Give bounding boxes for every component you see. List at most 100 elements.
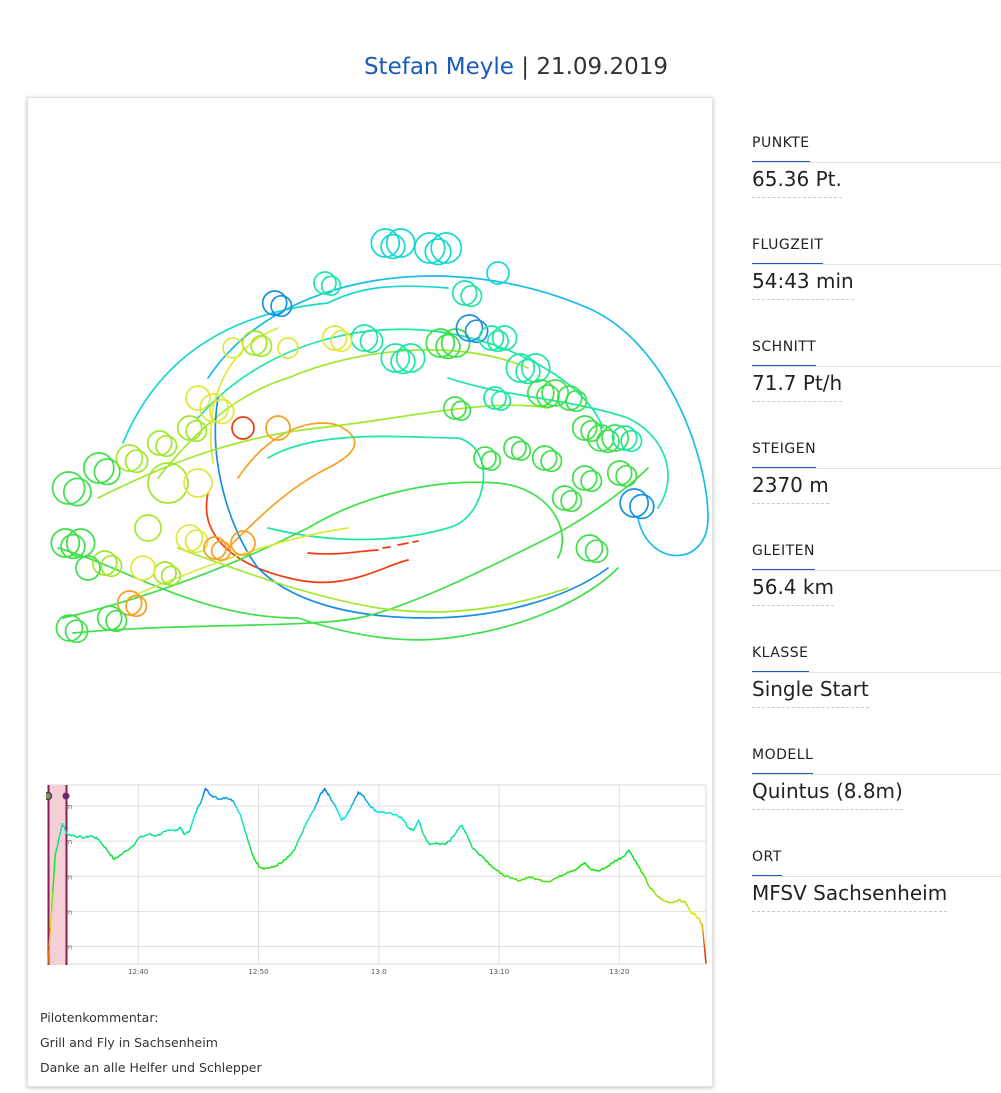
- thermal-loop: [413, 232, 446, 264]
- thermal-loop: [473, 446, 497, 470]
- thermal-loop: [451, 280, 478, 306]
- altitude-segment: [703, 943, 706, 952]
- thermal-loop: [261, 290, 288, 316]
- stat-value: 65.36 Pt.: [752, 167, 842, 198]
- comment-heading: Pilotenkommentar:: [40, 1010, 159, 1025]
- track-segment: [382, 540, 419, 549]
- stat-label: GLEITEN: [752, 538, 815, 571]
- stat-modell: MODELL Quintus (8.8m): [752, 742, 1001, 844]
- altitude-segment: [704, 956, 707, 964]
- end-marker-handle[interactable]: [62, 792, 70, 800]
- stat-steigen: STEIGEN 2370 m: [752, 436, 1001, 538]
- comment-line-1: Grill and Fly in Sachsenheim: [40, 1035, 218, 1050]
- thermal-loop: [75, 555, 101, 581]
- thermal-loop: [575, 534, 604, 562]
- thermal-loop: [130, 555, 156, 581]
- stat-label: SCHNITT: [752, 334, 817, 367]
- pilot-comment: Pilotenkommentar: Grill and Fly in Sachs…: [40, 1005, 262, 1080]
- thermal-loop: [556, 385, 583, 411]
- thermal-loop: [51, 471, 86, 505]
- x-tick-label: 12:40: [128, 968, 148, 976]
- flight-stats: PUNKTE 65.36 Pt. FLUGZEIT 54:43 min SCHNIT…: [752, 130, 1001, 946]
- altitude-segment: [702, 938, 705, 946]
- track-segment: [62, 481, 564, 619]
- track-segment: [197, 328, 604, 429]
- comment-line-2: Danke an alle Helfer und Schlepper: [40, 1060, 262, 1075]
- track-segment: [267, 435, 485, 541]
- stat-label: KLASSE: [752, 640, 809, 673]
- stat-label: PUNKTE: [752, 130, 810, 163]
- x-tick-label: 13:10: [489, 968, 509, 976]
- thermal-loop: [541, 379, 570, 407]
- flight-track-map: [50, 228, 709, 644]
- stat-value: 56.4 km: [752, 575, 834, 606]
- thermal-loop: [370, 228, 401, 258]
- stat-label: MODELL: [752, 742, 814, 775]
- thermal-loop: [146, 430, 173, 456]
- thermal-loop: [503, 436, 527, 460]
- stat-klasse: KLASSE Single Start: [752, 640, 1001, 742]
- thermal-loop: [241, 330, 268, 356]
- altitude-segment: [702, 930, 705, 940]
- stat-value: 54:43 min: [752, 269, 854, 300]
- track-segment: [57, 547, 619, 641]
- x-tick-label: 12:50: [248, 968, 268, 976]
- title-separator: |: [513, 54, 537, 80]
- thermal-loop: [430, 232, 463, 264]
- thermal-loop: [277, 337, 299, 359]
- thermal-loop: [203, 536, 227, 560]
- thermal-loop: [83, 452, 115, 484]
- stat-punkte: PUNKTE 65.36 Pt.: [752, 130, 1001, 232]
- thermal-loop: [231, 416, 255, 440]
- thermal-loop: [606, 460, 633, 486]
- thermal-loop: [65, 528, 96, 558]
- thermal-loop: [619, 488, 650, 518]
- track-segment: [307, 549, 379, 555]
- thermal-loop: [505, 353, 536, 383]
- stat-ort: ORT MFSV Sachsenheim: [752, 844, 1001, 946]
- thermal-loop: [175, 524, 204, 552]
- stat-value: Quintus (8.8m): [752, 779, 903, 810]
- thermal-loop: [571, 465, 598, 491]
- thermal-loop: [526, 379, 555, 407]
- altitude-chart: 300m400m500m600m700m 12:4012:5013:013:10…: [46, 784, 707, 976]
- thermal-loop: [185, 385, 211, 411]
- x-tick-label: 13:0: [371, 968, 387, 976]
- track-segment: [97, 404, 549, 499]
- stat-label: ORT: [752, 844, 782, 877]
- thermal-loop: [551, 485, 578, 511]
- thermal-loop: [478, 325, 505, 351]
- thermal-loop: [491, 325, 518, 351]
- stat-label: STEIGEN: [752, 436, 817, 469]
- altitude-segment: [704, 949, 707, 959]
- thermal-loop: [601, 424, 630, 452]
- thermal-loop: [380, 343, 411, 373]
- thermal-loop: [531, 445, 558, 471]
- stat-value: 71.7 Pt/h: [752, 371, 843, 402]
- start-window-highlight: [48, 785, 67, 965]
- thermal-loop: [313, 271, 337, 295]
- stat-schnitt: SCHNITT 71.7 Pt/h: [752, 334, 1001, 436]
- stat-flugzeit: FLUGZEIT 54:43 min: [752, 232, 1001, 334]
- flight-date: 21.09.2019: [536, 54, 669, 80]
- altitude-segment: [701, 924, 704, 933]
- stat-value: 2370 m: [752, 473, 829, 504]
- page-title: Stefan Meyle | 21.09.2019: [0, 54, 1001, 80]
- flight-card: 300m400m500m600m700m 12:4012:5013:013:10…: [27, 97, 713, 1087]
- stat-value: Single Start: [752, 677, 869, 708]
- thermal-loop: [134, 514, 162, 542]
- thermal-loop: [385, 228, 416, 258]
- thermal-loop: [96, 605, 123, 631]
- stat-value: MFSV Sachsenheim: [752, 881, 948, 912]
- thermal-loop: [321, 325, 348, 351]
- stat-gleiten: GLEITEN 56.4 km: [752, 538, 1001, 640]
- thermal-loop: [55, 614, 84, 642]
- pilot-link[interactable]: Stefan Meyle: [364, 54, 514, 80]
- thermal-loop: [153, 561, 177, 585]
- thermal-loop: [115, 444, 144, 472]
- stat-label: FLUGZEIT: [752, 232, 824, 265]
- thermal-loop: [147, 462, 189, 504]
- thermal-loop: [50, 528, 81, 558]
- start-marker-handle[interactable]: [46, 791, 53, 801]
- thermal-loop: [425, 328, 456, 358]
